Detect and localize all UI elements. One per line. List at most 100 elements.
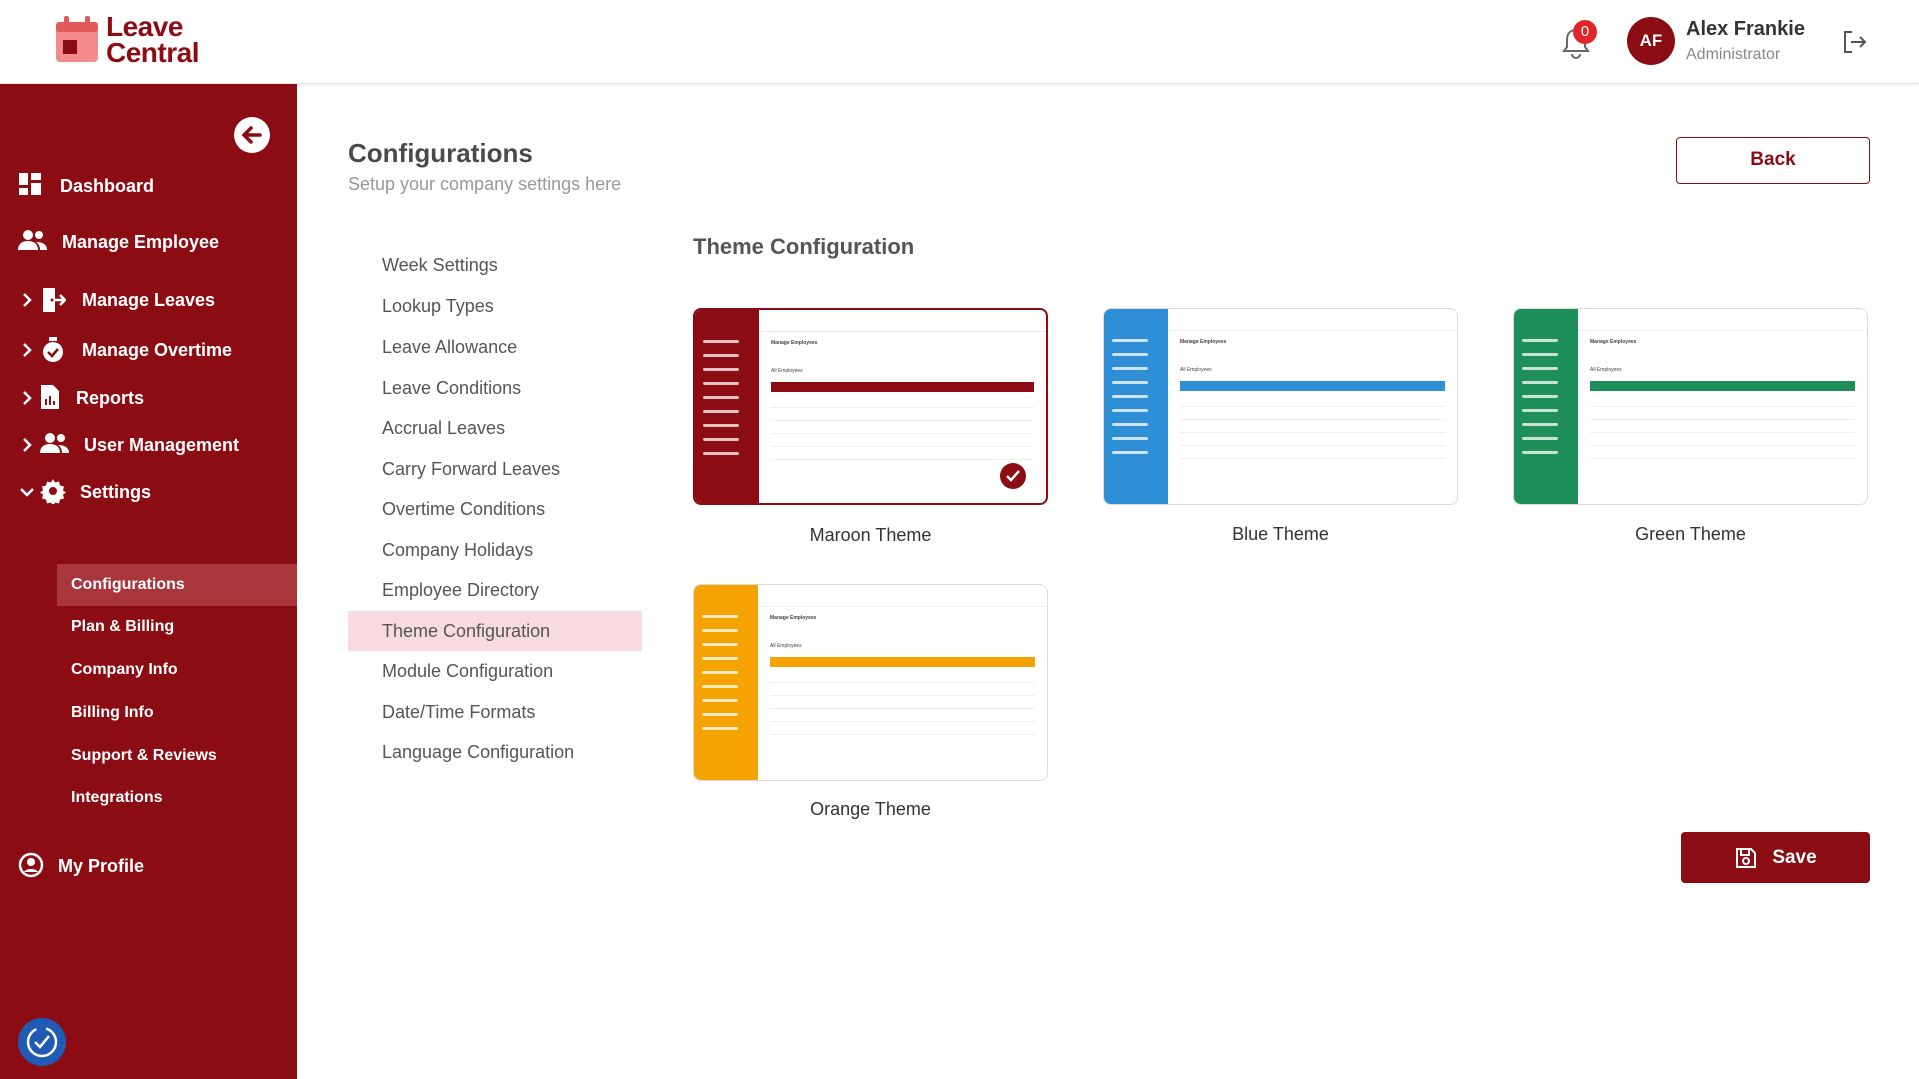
config-menu-accrual-leaves[interactable]: Accrual Leaves	[348, 408, 642, 448]
dashboard-icon	[18, 172, 46, 200]
avatar[interactable]: AF	[1627, 17, 1675, 65]
logout-icon[interactable]	[1840, 28, 1868, 56]
theme-card-blue[interactable]: Manage Employees All Employees	[1103, 308, 1458, 505]
sidebar: Dashboard Manage Employee Manage Leaves …	[0, 84, 297, 1079]
config-menu-company-holidays[interactable]: Company Holidays	[348, 530, 642, 570]
preview-sidebar-line	[703, 340, 739, 343]
preview-sidebar-line	[1112, 409, 1148, 412]
theme-label-orange: Orange Theme	[810, 799, 931, 819]
preview-sidebar-line	[1112, 339, 1148, 342]
theme-label-green: Green Theme	[1635, 524, 1746, 544]
preview-sidebar-line	[1112, 395, 1148, 398]
preview-sidebar-line	[1522, 353, 1558, 356]
preview-sidebar-line	[1112, 437, 1148, 440]
preview-sidebar-line	[702, 671, 738, 674]
notification-badge: 0	[1573, 20, 1597, 44]
save-button[interactable]: Save	[1681, 832, 1870, 883]
selected-check-icon	[1000, 463, 1026, 489]
preview-sidebar-line	[703, 354, 739, 357]
config-menu-lookup-types[interactable]: Lookup Types	[348, 286, 642, 326]
preview-sidebar-line	[703, 424, 739, 427]
config-menu-leave-allowance[interactable]: Leave Allowance	[348, 327, 642, 367]
preview-table-head	[1590, 381, 1855, 391]
preview-sidebar-line	[702, 643, 738, 646]
preview-sidebar-line	[1112, 367, 1148, 370]
preview-sidebar-line	[1522, 395, 1558, 398]
sidebar-sub-configurations[interactable]: Configurations	[57, 564, 297, 606]
page-title: Configurations	[348, 138, 533, 168]
preview-sidebar-line	[1112, 423, 1148, 426]
preview-sidebar-line	[702, 629, 738, 632]
sidebar-sub-company-info[interactable]: Company Info	[57, 649, 297, 691]
config-menu-week-settings[interactable]: Week Settings	[348, 245, 642, 285]
user-name: Alex Frankie	[1686, 18, 1805, 40]
preview-sidebar-line	[702, 713, 738, 716]
preview-sidebar-line	[703, 382, 739, 385]
sidebar-sub-support-reviews[interactable]: Support & Reviews	[57, 735, 297, 777]
preview-sidebar-line	[1522, 381, 1558, 384]
chevron-right-icon	[18, 436, 36, 454]
preview-sidebar-line	[702, 657, 738, 660]
accessibility-help-button[interactable]	[18, 1018, 66, 1066]
gear-icon	[40, 478, 66, 506]
theme-label-blue: Blue Theme	[1232, 524, 1329, 544]
sidebar-item-dashboard[interactable]: Dashboard	[18, 172, 154, 200]
chevron-right-icon	[18, 341, 36, 359]
config-menu-carry-forward-leaves[interactable]: Carry Forward Leaves	[348, 449, 642, 489]
back-button[interactable]: Back	[1676, 137, 1870, 184]
user-role: Administrator	[1686, 46, 1781, 63]
user-management-icon	[40, 431, 70, 459]
sidebar-item-my-profile[interactable]: My Profile	[18, 852, 144, 880]
sidebar-sub-integrations[interactable]: Integrations	[57, 777, 297, 819]
overtime-icon	[40, 336, 68, 364]
preview-sidebar-line	[702, 699, 738, 702]
preview-sidebar-line	[702, 685, 738, 688]
page-subtitle: Setup your company settings here	[348, 174, 622, 194]
theme-card-green[interactable]: Manage Employees All Employees	[1513, 308, 1868, 505]
preview-sidebar-line	[703, 438, 739, 441]
preview-sidebar-line	[703, 410, 739, 413]
preview-table-head	[771, 382, 1034, 392]
sidebar-item-user-management[interactable]: User Management	[0, 431, 239, 459]
preview-sidebar-line	[703, 396, 739, 399]
theme-card-maroon[interactable]: Manage Employees All Employees	[693, 308, 1048, 505]
top-header: Leave Central 0 AF Alex Frankie Administ…	[0, 0, 1919, 84]
logo-line2: Central	[106, 37, 199, 68]
sidebar-sub-billing-info[interactable]: Billing Info	[57, 692, 297, 734]
config-menu-module-configuration[interactable]: Module Configuration	[348, 651, 642, 691]
config-menu-date-time-formats[interactable]: Date/Time Formats	[348, 692, 642, 732]
users-icon	[18, 228, 48, 256]
section-title: Theme Configuration	[693, 234, 915, 259]
sidebar-item-manage-overtime[interactable]: Manage Overtime	[0, 336, 232, 364]
chevron-right-icon	[18, 389, 36, 407]
sidebar-sub-plan-billing[interactable]: Plan & Billing	[57, 606, 297, 648]
save-icon	[1736, 847, 1757, 868]
chevron-down-icon	[18, 483, 36, 501]
sidebar-item-manage-leaves[interactable]: Manage Leaves	[0, 286, 215, 314]
preview-sidebar-line	[1522, 451, 1558, 454]
config-menu-language-configuration[interactable]: Language Configuration	[348, 732, 642, 772]
report-icon	[40, 384, 62, 412]
preview-sidebar-line	[703, 368, 739, 371]
logo[interactable]: Leave Central	[54, 13, 199, 68]
preview-sidebar-line	[703, 452, 739, 455]
theme-card-orange[interactable]: Manage Employees All Employees	[693, 584, 1048, 781]
chevron-right-icon	[18, 291, 36, 309]
calendar-logo-icon	[54, 14, 100, 66]
config-menu-theme-configuration[interactable]: Theme Configuration	[348, 611, 642, 651]
preview-sidebar-line	[1112, 451, 1148, 454]
config-menu-overtime-conditions[interactable]: Overtime Conditions	[348, 489, 642, 529]
collapse-sidebar-button[interactable]	[234, 117, 270, 153]
sidebar-item-reports[interactable]: Reports	[0, 384, 144, 412]
sidebar-item-settings[interactable]: Settings	[0, 478, 151, 506]
preview-table-head	[770, 657, 1035, 667]
preview-table-head	[1180, 381, 1445, 391]
sidebar-item-manage-employee[interactable]: Manage Employee	[18, 228, 219, 256]
preview-sidebar-line	[1522, 339, 1558, 342]
preview-sidebar-line	[1522, 423, 1558, 426]
config-menu-employee-directory[interactable]: Employee Directory	[348, 570, 642, 610]
preview-sidebar-line	[1522, 367, 1558, 370]
leave-icon	[40, 286, 68, 314]
preview-sidebar-line	[1522, 409, 1558, 412]
config-menu-leave-conditions[interactable]: Leave Conditions	[348, 368, 642, 408]
